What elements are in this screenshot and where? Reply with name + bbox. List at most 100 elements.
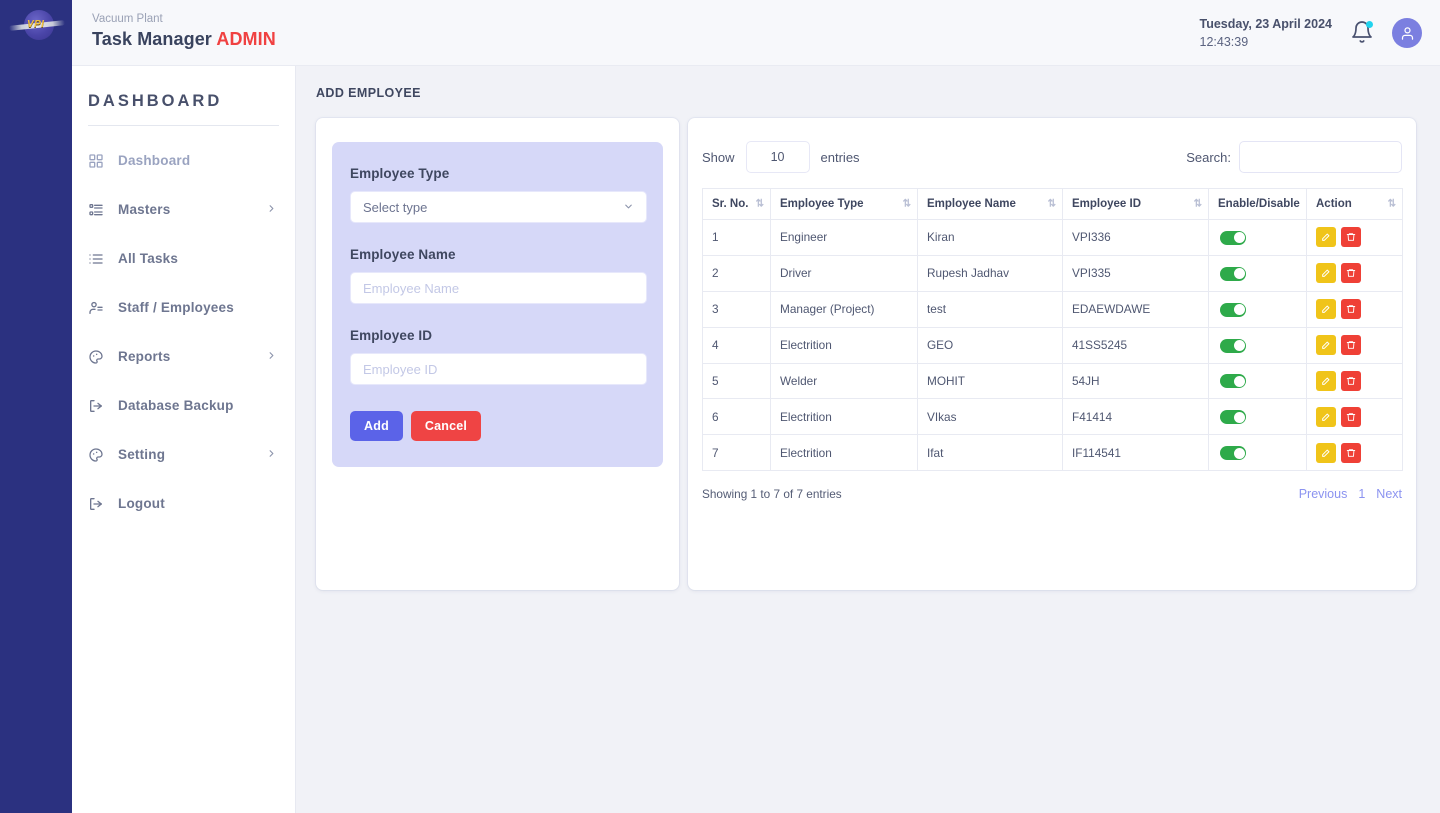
cell-action — [1306, 254, 1403, 292]
notification-button[interactable] — [1350, 20, 1374, 46]
pencil-icon — [1322, 377, 1330, 385]
sidebar-item-dashboard[interactable]: Dashboard — [72, 136, 295, 185]
chevron-down-icon — [623, 200, 634, 215]
enable-toggle[interactable] — [1220, 266, 1246, 281]
delete-button[interactable] — [1341, 263, 1361, 284]
cell-action — [1306, 398, 1403, 436]
edit-button[interactable] — [1316, 263, 1336, 284]
enable-toggle[interactable] — [1220, 338, 1246, 353]
edit-button[interactable] — [1316, 371, 1336, 391]
employee-name-input[interactable]: Employee Name — [350, 272, 647, 304]
sidebar-item-masters[interactable]: Masters — [72, 185, 295, 234]
pencil-icon — [1322, 269, 1330, 278]
enable-toggle[interactable] — [1220, 374, 1246, 389]
cell-employee-id: VPI336 — [1062, 219, 1209, 256]
table-header-row: Sr. No. ⇅ Employee Type ⇅ Employee Name … — [702, 188, 1403, 220]
sidebar-item-reports[interactable]: Reports — [72, 332, 295, 381]
top-header: Vacuum Plant Task Manager ADMIN Tuesday,… — [72, 0, 1440, 66]
sidebar-item-setting[interactable]: Setting — [72, 430, 295, 479]
cell-employee-id: VPI335 — [1062, 254, 1209, 292]
delete-button[interactable] — [1341, 299, 1361, 320]
table-footer: Showing 1 to 7 of 7 entries Previous 1 N… — [702, 487, 1402, 501]
table-row: 4 Electrition GEO 41SS5245 — [702, 326, 1403, 364]
edit-button[interactable] — [1316, 335, 1336, 356]
pagination-page-1[interactable]: 1 — [1358, 487, 1365, 501]
sidebar-item-staff-employees[interactable]: Staff / Employees — [72, 283, 295, 332]
page-size-input[interactable]: 10 — [745, 141, 810, 173]
table-row: 1 Engineer Kiran VPI336 — [702, 219, 1403, 256]
search-label: Search: — [1186, 149, 1231, 165]
employee-id-input[interactable]: Employee ID — [350, 353, 647, 385]
employee-table: Sr. No. ⇅ Employee Type ⇅ Employee Name … — [702, 188, 1403, 472]
cell-employee-name: GEO — [917, 326, 1063, 364]
app-root: VPI Vacuum Plant Task Manager ADMIN Tues… — [0, 0, 1440, 813]
search-control: Search: — [1186, 141, 1402, 173]
datetime-block: Tuesday, 23 April 2024 12:43:39 — [1200, 15, 1332, 51]
table-row: 5 Welder MOHIT 54JH — [702, 362, 1403, 400]
cancel-button[interactable]: Cancel — [410, 411, 482, 441]
cell-employee-type: Engineer — [770, 219, 918, 256]
cell-enable-disable — [1208, 219, 1307, 256]
sort-icon: ⇅ — [1387, 198, 1396, 210]
page-length-control: Show 10 entries — [702, 141, 860, 173]
edit-button[interactable] — [1316, 227, 1336, 248]
employee-name-label: Employee Name — [350, 247, 456, 262]
col-label: Employee ID — [1072, 198, 1142, 210]
brand-subtitle: Vacuum Plant — [92, 13, 163, 25]
sidebar-item-database-backup[interactable]: Database Backup — [72, 381, 295, 430]
edit-button[interactable] — [1316, 406, 1336, 427]
sidebar: DASHBOARD Dashboard Masters All Tasks St… — [72, 66, 296, 813]
add-employee-form: Employee Type Select type Employee Name … — [332, 142, 663, 467]
add-button[interactable]: Add — [350, 411, 403, 441]
logo-text: VPI — [27, 19, 45, 30]
pagination-next[interactable]: Next — [1376, 487, 1402, 501]
brand-role: ADMIN — [216, 29, 276, 49]
trash-icon — [1346, 413, 1356, 421]
delete-button[interactable] — [1341, 335, 1361, 356]
delete-button[interactable] — [1341, 227, 1361, 248]
delete-button[interactable] — [1341, 406, 1361, 427]
sidebar-item-all-tasks[interactable]: All Tasks — [72, 234, 295, 283]
delete-button[interactable] — [1341, 371, 1361, 391]
chevron-right-icon — [266, 201, 277, 219]
sidebar-item-logout[interactable]: Logout — [72, 479, 295, 528]
enable-toggle[interactable] — [1220, 410, 1246, 425]
edit-button[interactable] — [1316, 442, 1336, 463]
delete-button[interactable] — [1341, 442, 1361, 463]
search-input[interactable] — [1239, 141, 1402, 173]
cell-enable-disable — [1208, 398, 1307, 436]
employee-name-placeholder: Employee Name — [363, 280, 460, 296]
sidebar-nav: Dashboard Masters All Tasks Staff / Empl… — [72, 136, 295, 528]
cell-enable-disable — [1208, 362, 1307, 400]
sidebar-item-label: Dashboard — [118, 153, 191, 168]
brand-title-text: Task Manager — [92, 29, 212, 49]
col-header-employee-id[interactable]: Employee ID ⇅ — [1062, 188, 1209, 220]
enable-toggle[interactable] — [1220, 446, 1246, 461]
user-icon — [1401, 26, 1413, 40]
pagination-previous[interactable]: Previous — [1299, 487, 1348, 501]
edit-button[interactable] — [1316, 299, 1336, 320]
vpi-logo: VPI — [8, 8, 66, 46]
add-employee-card: Employee Type Select type Employee Name … — [316, 118, 679, 590]
col-header-employee-type[interactable]: Employee Type ⇅ — [770, 188, 918, 220]
table-controls: Show 10 entries Search: — [702, 140, 1402, 174]
form-actions: Add Cancel — [350, 411, 645, 441]
col-header-employee-name[interactable]: Employee Name ⇅ — [917, 188, 1063, 220]
grid-icon — [88, 153, 110, 169]
trash-icon — [1346, 305, 1356, 314]
enable-toggle[interactable] — [1220, 302, 1246, 317]
trash-icon — [1346, 448, 1356, 457]
employee-type-select[interactable]: Select type — [350, 191, 647, 223]
entries-label: entries — [820, 149, 860, 165]
col-header-action[interactable]: Action ⇅ — [1306, 188, 1403, 220]
enable-toggle[interactable] — [1220, 230, 1246, 245]
avatar[interactable] — [1392, 18, 1422, 48]
cell-employee-type: Manager (Project) — [770, 290, 918, 328]
table-row: 3 Manager (Project) test EDAEWDAWE — [702, 290, 1403, 328]
col-header-enable-disable[interactable]: Enable/Disable — [1208, 188, 1307, 220]
cell-employee-type: Welder — [770, 362, 918, 400]
col-header-sr-no[interactable]: Sr. No. ⇅ — [702, 188, 771, 220]
sidebar-item-label: Database Backup — [118, 398, 234, 413]
cell-action — [1306, 290, 1403, 328]
cell-employee-type: Driver — [770, 254, 918, 292]
